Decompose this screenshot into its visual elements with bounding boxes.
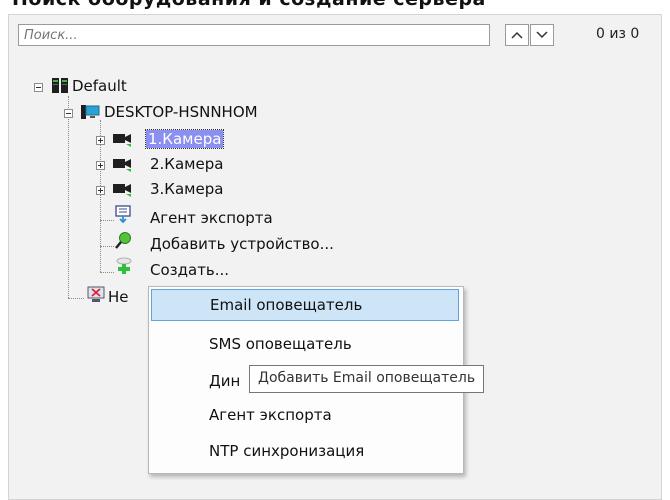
disconnected-computer-icon xyxy=(87,286,105,302)
tree-item-camera-1[interactable]: 1.Камера xyxy=(144,129,225,149)
expand-toggle-camera-2[interactable] xyxy=(96,161,105,170)
prev-result-button[interactable] xyxy=(505,24,529,46)
expand-toggle-camera-3[interactable] xyxy=(96,186,105,195)
menu-item-export-agent[interactable]: Агент экспорта xyxy=(151,399,459,431)
camera-icon xyxy=(113,184,131,197)
search-input[interactable] xyxy=(18,24,490,46)
tree-item-export-agent[interactable]: Агент экспорта xyxy=(150,208,273,228)
tree-item-camera-2[interactable]: 2.Камера xyxy=(150,154,223,174)
tree-item-server[interactable]: DESKTOP-HSNNHOM xyxy=(104,102,258,122)
search-counter: 0 из 0 xyxy=(596,26,640,42)
next-result-button[interactable] xyxy=(530,24,554,46)
camera-icon xyxy=(113,159,131,172)
collapse-toggle-root[interactable] xyxy=(34,83,43,92)
chevron-up-icon xyxy=(511,31,523,39)
menu-item-sms-notifier[interactable]: SMS оповещатель xyxy=(151,328,459,360)
chevron-down-icon xyxy=(536,31,548,39)
search-device-icon xyxy=(115,232,131,249)
server-group-icon xyxy=(52,78,68,93)
top-cut-text: Поиск оборудования и создание сервера xyxy=(0,0,670,14)
collapse-toggle-server[interactable] xyxy=(64,109,73,118)
camera-icon xyxy=(113,134,131,147)
tree-item-camera-3[interactable]: 3.Камера xyxy=(150,179,223,199)
tree-item-default[interactable]: Default xyxy=(72,76,127,96)
menu-item-ntp-sync[interactable]: NTP синхронизация xyxy=(151,435,459,467)
camera-1-label: 1.Камера xyxy=(144,129,225,149)
create-plus-icon xyxy=(116,257,132,274)
export-agent-icon xyxy=(115,205,131,223)
tree-item-create[interactable]: Создать... xyxy=(150,260,229,280)
tree-item-add-device[interactable]: Добавить устройство... xyxy=(150,234,334,254)
tooltip: Добавить Email оповещатель xyxy=(249,365,485,393)
computer-icon xyxy=(81,105,100,119)
expand-toggle-camera-1[interactable] xyxy=(96,136,105,145)
menu-item-email-notifier[interactable]: Email оповещатель xyxy=(151,289,459,321)
tree-item-partial[interactable]: Не xyxy=(108,287,129,307)
